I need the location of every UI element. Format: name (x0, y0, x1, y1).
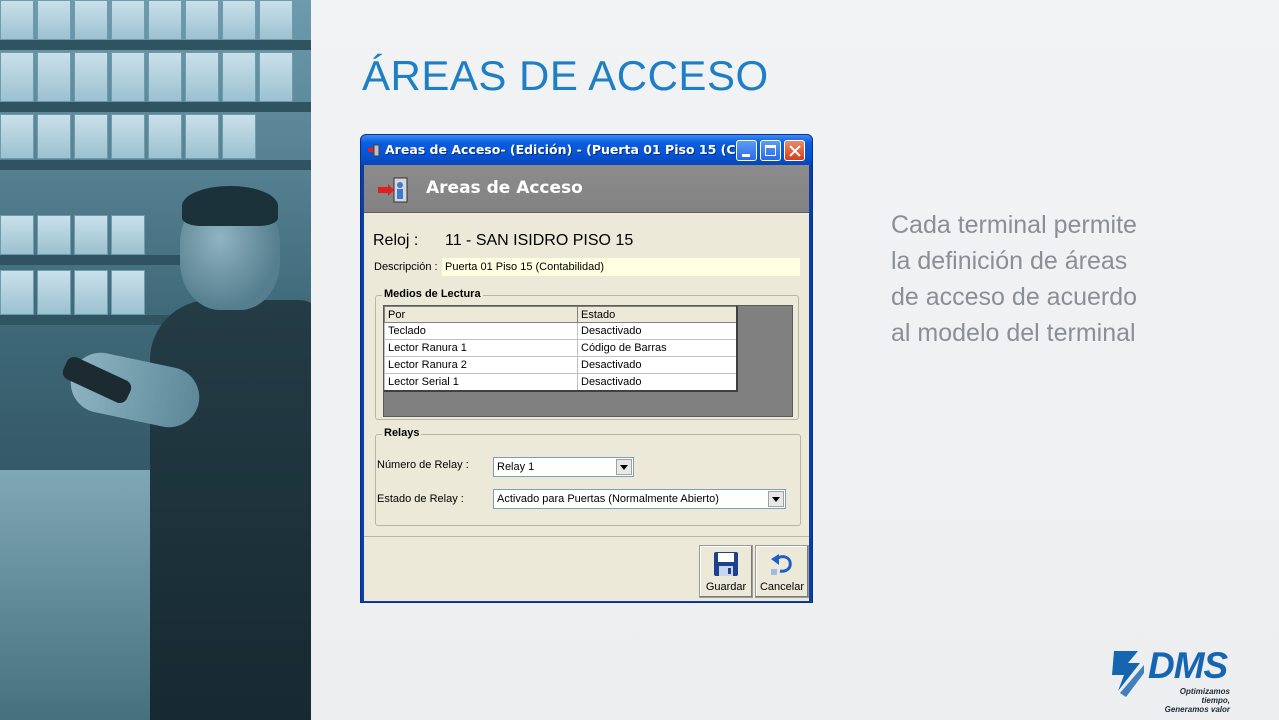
slide-description: Cada terminal permite la definición de á… (891, 207, 1191, 351)
description-line: de acceso de acuerdo (891, 283, 1138, 311)
description-line: Cada terminal permite (891, 211, 1137, 239)
logo-tagline-2: Generamos valor (1164, 705, 1230, 714)
relays-legend: Relays (382, 427, 422, 439)
cell-por[interactable]: Lector Ranura 2 (384, 356, 578, 374)
medios-lectura-group: Medios de Lectura Por Estado Teclado Des… (375, 288, 799, 420)
cancelar-button[interactable]: Cancelar (755, 545, 809, 598)
estado-relay-select[interactable]: Activado para Puertas (Normalmente Abier… (493, 489, 786, 509)
table-row[interactable]: Lector Ranura 1 Código de Barras (384, 339, 738, 357)
app-icon (368, 144, 380, 157)
chevron-down-icon[interactable] (616, 459, 632, 475)
numero-relay-label: Número de Relay : (377, 459, 469, 471)
reloj-value: 11 - SAN ISIDRO PISO 15 (445, 232, 634, 249)
close-button[interactable] (784, 140, 805, 161)
cell-por[interactable]: Teclado (384, 322, 578, 340)
logo-tagline: Optimizamos tiempo, Generamos valor (1160, 687, 1230, 714)
cell-por[interactable]: Lector Serial 1 (384, 373, 578, 392)
reloj-row: Reloj : 11 - SAN ISIDRO PISO 15 (373, 232, 633, 250)
table-row[interactable]: Lector Ranura 2 Desactivado (384, 356, 738, 374)
maximize-button[interactable] (760, 140, 781, 161)
table-row[interactable]: Lector Serial 1 Desactivado (384, 373, 738, 392)
areas-acceso-window: Areas de Acceso- (Edición) - (Puerta 01 … (360, 134, 813, 603)
numero-relay-value: Relay 1 (497, 461, 535, 473)
estado-relay-label: Estado de Relay : (377, 493, 464, 505)
column-header-estado[interactable]: Estado (577, 306, 738, 323)
description-line: la definición de áreas (891, 247, 1128, 275)
column-header-por[interactable]: Por (384, 306, 578, 323)
cell-por[interactable]: Lector Ranura 1 (384, 339, 578, 357)
descripcion-label: Descripción : (374, 261, 438, 273)
table-row[interactable]: Teclado Desactivado (384, 322, 738, 340)
chevron-down-icon[interactable] (768, 491, 784, 507)
descripcion-input[interactable] (442, 258, 800, 276)
undo-icon (771, 554, 792, 575)
medios-lectura-legend: Medios de Lectura (382, 288, 483, 300)
medios-grid: Por Estado Teclado Desactivado Lector Ra… (384, 306, 738, 392)
cell-estado[interactable]: Código de Barras (577, 339, 738, 357)
dms-logo-icon (1112, 651, 1144, 697)
logo-text: DMS (1148, 645, 1228, 686)
footer-divider (364, 536, 809, 537)
guardar-button[interactable]: Guardar (699, 545, 753, 598)
description-line: al modelo del terminal (891, 319, 1136, 347)
save-icon (714, 552, 738, 576)
guardar-label: Guardar (705, 581, 747, 593)
slide-title: ÁREAS DE ACCESO (362, 52, 769, 99)
relays-group: Relays (375, 427, 801, 526)
cell-estado[interactable]: Desactivado (577, 322, 738, 340)
dms-logo: DMS Optimizamos tiempo, Generamos valor (1110, 645, 1240, 714)
numero-relay-select[interactable]: Relay 1 (493, 457, 634, 477)
minimize-button[interactable] (736, 140, 757, 161)
medios-grid-area: Por Estado Teclado Desactivado Lector Ra… (383, 305, 793, 417)
window-title: Areas de Acceso- (Edición) - (Puerta 01 … (385, 142, 750, 157)
door-access-icon (378, 177, 408, 203)
window-titlebar[interactable]: Areas de Acceso- (Edición) - (Puerta 01 … (361, 135, 812, 165)
warehouse-photo (0, 0, 311, 720)
estado-relay-value: Activado para Puertas (Normalmente Abier… (497, 493, 719, 505)
reloj-label: Reloj : (373, 232, 419, 249)
cancelar-label: Cancelar (759, 581, 805, 593)
cell-estado[interactable]: Desactivado (577, 373, 738, 392)
cell-estado[interactable]: Desactivado (577, 356, 738, 374)
header-title: Areas de Acceso (426, 178, 583, 198)
window-client: Areas de Acceso Reloj : 11 - SAN ISIDRO P… (364, 165, 809, 601)
logo-tagline-1: Optimizamos tiempo, (1179, 687, 1230, 705)
form-header: Areas de Acceso (364, 165, 809, 213)
